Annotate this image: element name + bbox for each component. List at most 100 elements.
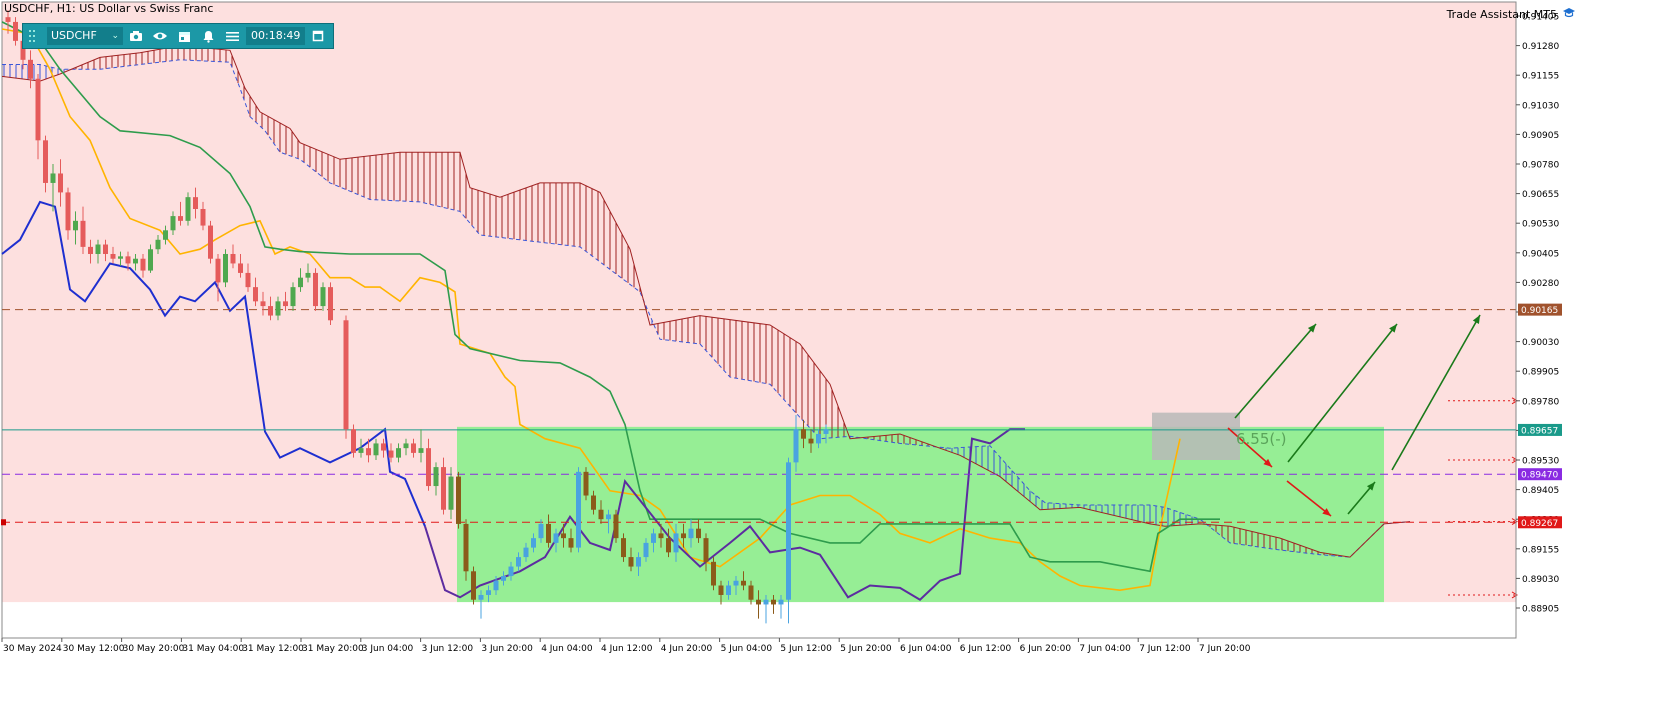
pips-annotation: 6.55(-) <box>1236 430 1287 448</box>
candle-body <box>245 272 251 288</box>
candle-body <box>223 253 228 283</box>
screenshot-button[interactable] <box>125 26 147 46</box>
candle-body <box>58 173 63 193</box>
candle-body <box>320 287 326 307</box>
candle-body <box>343 320 349 430</box>
candle-body <box>576 471 581 548</box>
y-tick-label: 0.91155 <box>1522 72 1559 82</box>
candle-body <box>516 557 521 567</box>
x-tick-label: 31 May 12:00 <box>242 644 304 654</box>
candle-body <box>43 140 48 183</box>
candle-body <box>568 538 574 548</box>
x-tick-label: 7 Jun 20:00 <box>1199 644 1251 654</box>
candle-body <box>193 197 198 209</box>
candle-body <box>283 301 288 307</box>
candle-body <box>208 225 213 259</box>
candle-body <box>125 256 131 264</box>
candle-body <box>651 533 656 543</box>
price-chart[interactable]: 6.55(-) 0.914050.912800.911550.910300.90… <box>0 0 1679 705</box>
window-button[interactable] <box>307 26 329 46</box>
candle-body <box>508 566 514 577</box>
candle-body <box>463 523 469 572</box>
visibility-button[interactable] <box>149 26 171 46</box>
price-label: 0.89470 <box>1521 471 1558 481</box>
x-tick-label: 31 May 04:00 <box>182 644 244 654</box>
candle-body <box>5 17 11 22</box>
y-tick-label: 0.88905 <box>1522 605 1559 615</box>
candle-body <box>305 272 311 278</box>
x-tick-label: 5 Jun 04:00 <box>721 644 773 654</box>
x-tick-label: 5 Jun 20:00 <box>840 644 892 654</box>
candle-body <box>426 448 431 487</box>
bell-icon <box>203 30 213 43</box>
candle-body <box>148 249 153 271</box>
candle-body <box>531 538 536 548</box>
x-tick-label: 6 Jun 04:00 <box>900 644 952 654</box>
y-tick-label: 0.89030 <box>1522 575 1559 585</box>
calendar-button[interactable] <box>173 26 195 46</box>
candle-body <box>290 287 296 307</box>
candle-body <box>658 533 664 539</box>
x-tick-label: 5 Jun 12:00 <box>780 644 832 654</box>
consolidation-box <box>1152 412 1240 460</box>
candle-body <box>643 542 649 558</box>
x-tick-label: 4 Jun 04:00 <box>541 644 593 654</box>
candle-body <box>351 429 356 453</box>
candle-body <box>583 471 589 496</box>
candle-body <box>726 585 731 595</box>
candle-body <box>816 433 821 444</box>
x-tick-label: 7 Jun 12:00 <box>1139 644 1191 654</box>
alerts-button[interactable] <box>197 26 219 46</box>
candle-body <box>696 528 701 539</box>
candle-body <box>628 557 634 567</box>
candle-body <box>28 59 33 79</box>
support-marker <box>1 519 6 526</box>
candle-body <box>538 523 544 539</box>
candle-body <box>140 258 146 271</box>
candle-body <box>411 443 416 453</box>
x-tick-label: 3 Jun 20:00 <box>481 644 533 654</box>
candle-body <box>110 253 116 259</box>
candle-body <box>185 197 191 221</box>
symbol-select[interactable]: USDCHF ⌄ <box>47 27 123 45</box>
candle-body <box>155 239 161 250</box>
trade-assistant-label[interactable]: Trade Assistant MT5 <box>1447 8 1557 21</box>
calendar-icon <box>178 31 190 42</box>
y-tick-label: 0.89530 <box>1522 457 1559 467</box>
candle-body <box>681 533 686 539</box>
candle-body <box>418 448 424 453</box>
menu-button[interactable] <box>221 26 243 46</box>
x-tick-label: 3 Jun 04:00 <box>362 644 414 654</box>
candle-body <box>448 476 454 510</box>
drag-handle-icon[interactable] <box>27 28 37 44</box>
x-tick-label: 6 Jun 20:00 <box>1020 644 1072 654</box>
y-tick-label: 0.90905 <box>1522 131 1559 141</box>
candle-body <box>65 192 71 231</box>
candle-body <box>786 462 791 600</box>
candle-body <box>733 580 739 586</box>
candle-body <box>396 448 401 458</box>
graduation-cap-icon[interactable] <box>1562 7 1576 19</box>
y-tick-label: 0.91030 <box>1522 101 1559 111</box>
candle-body <box>50 173 56 183</box>
x-tick-label: 6 Jun 12:00 <box>960 644 1012 654</box>
y-tick-label: 0.89905 <box>1522 368 1559 378</box>
candle-body <box>381 443 386 451</box>
candle-body <box>178 216 183 221</box>
x-tick-label: 30 May 2024 <box>3 644 62 654</box>
camera-icon <box>130 31 142 41</box>
candle-body <box>748 585 754 600</box>
candle-body <box>501 576 506 581</box>
candle-body <box>200 208 206 226</box>
y-tick-label: 0.89155 <box>1522 545 1559 555</box>
candle-body <box>133 258 138 264</box>
candle-body <box>403 443 409 449</box>
candle-body <box>456 476 461 524</box>
candle-body <box>703 538 709 562</box>
eye-icon <box>153 32 167 40</box>
candle-body <box>170 216 176 231</box>
candle-body <box>388 450 394 458</box>
candle-body <box>493 580 499 591</box>
x-tick-label: 7 Jun 04:00 <box>1079 644 1131 654</box>
candle-body <box>238 263 243 273</box>
